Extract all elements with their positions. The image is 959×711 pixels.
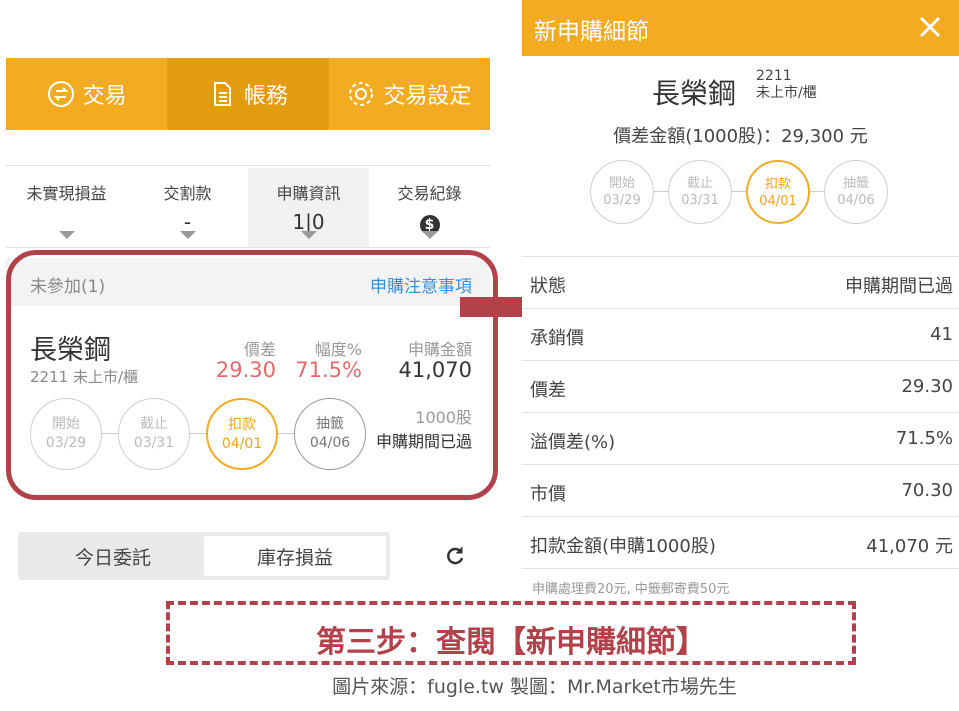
tab-trade-settings-label: 交易設定 bbox=[383, 84, 472, 109]
caret-down-icon bbox=[179, 231, 196, 239]
step-debit: 扣款 04/01 bbox=[746, 160, 810, 224]
step-lottery: 抽籤 04/06 bbox=[824, 160, 888, 224]
tab-inventory-pnl[interactable]: 庫存損益 bbox=[204, 536, 386, 576]
tab-today-orders[interactable]: 今日委託 bbox=[22, 536, 204, 576]
row-value: 29.30 bbox=[901, 376, 953, 397]
step-label: 截止 bbox=[686, 176, 713, 191]
step-label: 開始 bbox=[608, 176, 635, 191]
stock-market: 未上市/櫃 bbox=[756, 85, 817, 101]
summary-title: 未實現損益 bbox=[26, 184, 107, 203]
step-label: 扣款 bbox=[764, 177, 791, 192]
row-key: 承銷價 bbox=[530, 328, 584, 349]
subscription-detail-panel: 新申購細節 長榮鋼 2211 未上市/櫃 價差金額(1000股)：29,300 … bbox=[522, 0, 959, 600]
row-key: 市價 bbox=[530, 484, 566, 505]
row-key: 價差 bbox=[530, 380, 566, 401]
blank-strip bbox=[6, 130, 490, 166]
detail-title: 新申購細節 bbox=[534, 19, 649, 45]
refresh-icon[interactable] bbox=[444, 545, 466, 567]
tab-trade-label: 交易 bbox=[82, 84, 127, 109]
gear-icon bbox=[349, 82, 374, 106]
detail-row-status: 狀態 申購期間已過 bbox=[522, 256, 959, 308]
divider bbox=[522, 568, 959, 569]
step-start: 開始 03/29 bbox=[590, 160, 654, 224]
tab-account[interactable]: 帳務 bbox=[167, 58, 329, 130]
close-icon[interactable] bbox=[917, 14, 943, 40]
stock-code: 2211 bbox=[756, 68, 792, 84]
bottom-segment-tabs: 今日委託 庫存損益 bbox=[18, 532, 390, 580]
step-date: 03/29 bbox=[603, 193, 641, 208]
summary-trade-history[interactable]: 交易紀錄 $ bbox=[369, 168, 490, 247]
highlight-box bbox=[6, 250, 498, 500]
row-key: 扣款金額(申購1000股) bbox=[530, 536, 716, 557]
step-connector bbox=[732, 191, 746, 192]
row-value: 71.5% bbox=[895, 428, 953, 449]
summary-row: 未實現損益 交割款 - 申購資訊 1|0 交易紀錄 $ bbox=[6, 168, 490, 248]
detail-timeline-stepper: 開始 03/29 截止 03/31 扣款 04/01 抽籤 04/06 bbox=[590, 160, 890, 224]
row-value: 41 bbox=[930, 324, 953, 345]
detail-row-market-price: 市價 70.30 bbox=[522, 464, 959, 516]
summary-title: 交易紀錄 bbox=[397, 184, 462, 203]
summary-subscription[interactable]: 申購資訊 1|0 bbox=[248, 168, 369, 247]
detail-header: 新申購細節 bbox=[522, 0, 959, 56]
spread-amount: 價差金額(1000股)：29,300 元 bbox=[613, 126, 868, 147]
swap-icon bbox=[47, 81, 74, 107]
detail-stock-name: 長榮鋼 bbox=[652, 77, 737, 110]
image-source-credit: 圖片來源：fugle.tw 製圖：Mr.Market市場先生 bbox=[332, 676, 737, 698]
summary-title: 申購資訊 bbox=[276, 184, 341, 203]
row-value: 申購期間已過 bbox=[845, 276, 953, 297]
row-value: 41,070 元 bbox=[866, 536, 953, 557]
row-value: 70.30 bbox=[901, 480, 953, 501]
summary-settlement[interactable]: 交割款 - bbox=[127, 168, 248, 247]
caret-down-icon bbox=[300, 231, 317, 239]
detail-row-spread: 價差 29.30 bbox=[522, 360, 959, 412]
detail-row-underwriting-price: 承銷價 41 bbox=[522, 308, 959, 360]
step-connector bbox=[654, 191, 668, 192]
tab-trade-settings[interactable]: 交易設定 bbox=[329, 58, 490, 130]
step-caption: 第三步：查閱【新申購細節】 bbox=[316, 625, 706, 660]
detail-row-debit-amount: 扣款金額(申購1000股) 41,070 元 bbox=[522, 516, 959, 568]
step-date: 04/06 bbox=[837, 193, 875, 208]
caret-down-icon bbox=[58, 231, 75, 239]
top-tab-bar: 交易 帳務 交易設定 bbox=[6, 58, 490, 130]
step-connector bbox=[810, 191, 824, 192]
step-date: 04/01 bbox=[759, 194, 797, 209]
caret-down-icon bbox=[421, 231, 438, 239]
tab-account-label: 帳務 bbox=[243, 84, 288, 109]
document-icon bbox=[213, 82, 231, 106]
step-end: 截止 03/31 bbox=[668, 160, 732, 224]
row-key: 溢價差(%) bbox=[530, 432, 616, 453]
step-caption-box: 第三步：查閱【新申購細節】 bbox=[166, 601, 856, 665]
step-date: 03/31 bbox=[681, 193, 719, 208]
fee-note: 申購處理費20元, 中籤郵寄費50元 bbox=[532, 582, 730, 597]
detail-row-premium: 溢價差(%) 71.5% bbox=[522, 412, 959, 464]
step-label: 抽籤 bbox=[842, 176, 869, 191]
tab-trade[interactable]: 交易 bbox=[6, 58, 167, 130]
summary-unrealized[interactable]: 未實現損益 bbox=[6, 168, 127, 247]
detail-stock-code: 2211 未上市/櫃 bbox=[756, 68, 817, 102]
row-key: 狀態 bbox=[530, 276, 566, 297]
summary-title: 交割款 bbox=[163, 184, 212, 203]
